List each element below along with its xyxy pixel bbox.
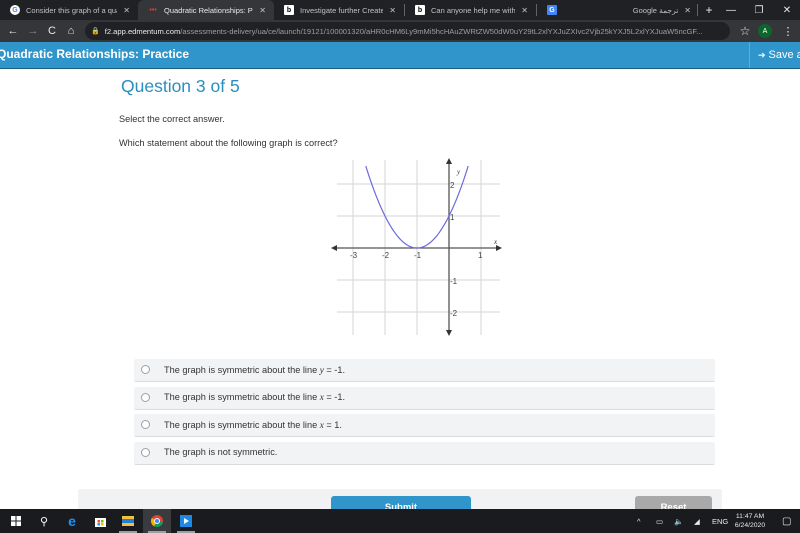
close-tab-icon[interactable]: ✕	[389, 6, 396, 15]
address-bar[interactable]: 🔒 f2.app.edmentum.com/assessments-delive…	[85, 22, 730, 40]
google-icon: G	[10, 5, 20, 15]
radio-button[interactable]	[141, 420, 150, 429]
parabola-graph: -3 -2 -1 1 2 1 -1 -2 x y	[331, 158, 502, 336]
y-tick-label: -1	[450, 277, 458, 286]
answer-choice[interactable]: The graph is symmetric about the line x …	[134, 414, 715, 437]
windows-taskbar: ⚲ e ^ ▭ 🔈 ◢ ENG 11:47 AM 6/24/2020 ▢	[0, 509, 800, 533]
close-tab-icon[interactable]: ✕	[259, 6, 266, 15]
close-tab-icon[interactable]: ✕	[521, 6, 528, 15]
tab-google-translate[interactable]: Google ترجمة ✕	[567, 0, 697, 20]
tab-investigate-further[interactable]: b Investigate further Create offsp ✕	[274, 0, 404, 20]
browser-toolbar: ← → C ⌂ 🔒 f2.app.edmentum.com/assessment…	[0, 20, 800, 42]
x-tick-label: -2	[382, 251, 390, 260]
question-stem: Which statement about the following grap…	[119, 138, 338, 148]
x-axis-label: x	[493, 238, 498, 246]
edmentum-icon: •••	[149, 6, 157, 14]
sign-in-icon: ➔	[758, 49, 766, 60]
wifi-icon[interactable]: ◢	[694, 509, 700, 533]
media-player-icon[interactable]	[172, 509, 200, 533]
save-and-exit-button[interactable]: ➔ Save ar	[749, 42, 800, 68]
battery-icon[interactable]: ▭	[656, 509, 663, 533]
reload-button[interactable]: C	[44, 23, 60, 39]
radio-button[interactable]	[141, 392, 150, 402]
forward-button[interactable]: →	[25, 23, 41, 39]
question-header: Question 3 of 5	[121, 76, 240, 96]
page-title: Quadratic Relationships: Practice	[0, 47, 190, 61]
clock[interactable]: 11:47 AM 6/24/2020	[733, 512, 767, 530]
choice-label: The graph is symmetric about the line x …	[164, 419, 342, 430]
profile-avatar[interactable]: A	[758, 24, 772, 38]
lock-icon: 🔒	[91, 28, 100, 35]
answer-choices: The graph is symmetric about the line y …	[134, 359, 715, 469]
x-tick-label: 1	[478, 251, 483, 260]
y-axis-label: y	[456, 168, 461, 176]
choice-label: The graph is not symmetric.	[164, 447, 278, 457]
minimize-button[interactable]: —	[716, 0, 746, 20]
tab-can-anyone-help[interactable]: b Can anyone help me with the ✕	[405, 0, 536, 20]
close-window-button[interactable]: ✕	[772, 0, 800, 20]
windows-start-icon[interactable]	[2, 509, 30, 533]
language-indicator[interactable]: ENG	[712, 509, 728, 533]
y-axis-arrow-up	[446, 158, 452, 164]
y-tick-label: 1	[450, 213, 455, 222]
radio-button[interactable]	[141, 447, 150, 457]
home-button[interactable]: ⌂	[63, 23, 79, 39]
restore-button[interactable]: ❐	[744, 0, 774, 20]
tab-quadratic-practice[interactable]: ••• Quadratic Relationships: Practi ✕	[138, 0, 274, 20]
answer-choice[interactable]: The graph is not symmetric.	[134, 441, 715, 465]
y-tick-label: 2	[450, 181, 455, 190]
y-tick-label: -2	[450, 309, 458, 318]
browser-tab-strip: G Consider this graph of a quadr ✕ ••• Q…	[0, 0, 800, 20]
y-axis-arrow-down	[446, 330, 452, 336]
tab-consider-graph[interactable]: G Consider this graph of a quadr ✕	[0, 0, 138, 20]
x-tick-label: -3	[350, 251, 358, 260]
app-header: Quadratic Relationships: Practice ➔ Save…	[0, 42, 800, 69]
file-explorer-icon[interactable]	[114, 509, 142, 533]
tray-chevron-icon[interactable]: ^	[637, 509, 641, 533]
answer-choice[interactable]: The graph is symmetric about the line x …	[134, 386, 715, 410]
brainly-icon: b	[415, 5, 425, 15]
back-button[interactable]: ←	[5, 23, 21, 39]
notifications-icon[interactable]: ▢	[782, 509, 791, 533]
close-tab-icon[interactable]: ✕	[123, 6, 130, 15]
radio-button[interactable]	[141, 365, 150, 374]
chrome-icon[interactable]	[143, 509, 171, 533]
x-tick-label: -1	[414, 251, 422, 260]
question-instruction: Select the correct answer.	[119, 114, 225, 124]
answer-choice[interactable]: The graph is symmetric about the line y …	[134, 359, 715, 382]
tab-translate-pinned[interactable]: G	[537, 0, 567, 20]
brainly-icon: b	[284, 5, 294, 15]
edge-icon[interactable]: e	[58, 509, 86, 533]
x-axis-arrow-left	[331, 245, 337, 251]
store-icon[interactable]	[86, 509, 114, 533]
choice-label: The graph is symmetric about the line y …	[164, 364, 346, 375]
close-tab-icon[interactable]: ✕	[684, 6, 691, 15]
choice-label: The graph is symmetric about the line x …	[164, 392, 346, 402]
bookmark-star-icon[interactable]: ☆	[737, 23, 753, 39]
menu-kebab-icon[interactable]: ⋮	[780, 23, 796, 39]
volume-icon[interactable]: 🔈	[674, 509, 683, 533]
search-icon[interactable]: ⚲	[30, 509, 58, 533]
translate-icon: G	[547, 5, 557, 15]
